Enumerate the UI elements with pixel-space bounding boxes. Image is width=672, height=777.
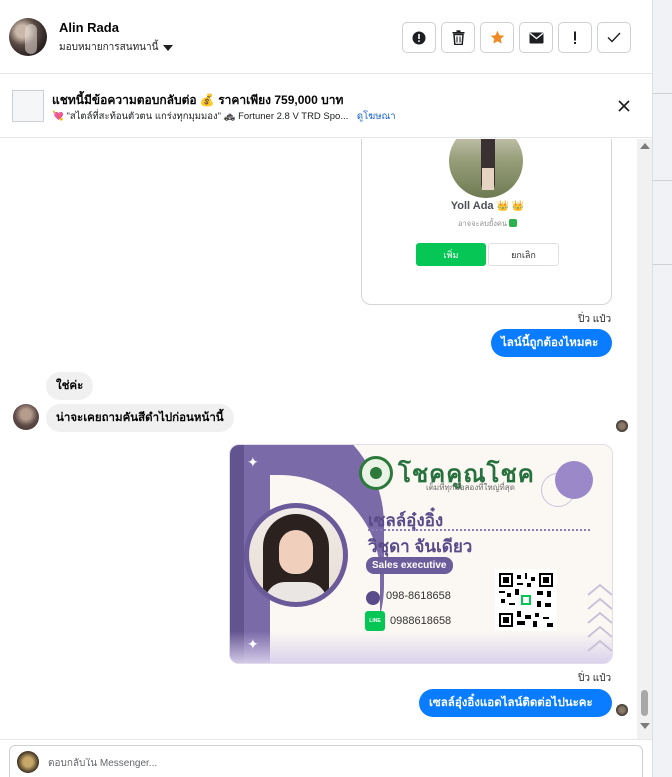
line-app-icon: LINE (365, 611, 385, 631)
banner-subtitle: 💘 "สไตล์ที่สะท้อนตัวตน แกร่งทุกมุมมอง" 🚓… (52, 109, 396, 124)
incoming-message[interactable]: ใช่ค่ะ (46, 372, 94, 400)
line-add-friend-screenshot[interactable]: Yoll Ada 👑 👑 อาจจะลบยั้งคน เพิ่ม ยกเลิก (361, 139, 612, 305)
brand-slogan: เต็มที่ทุกมือสองที่ใหญ่ที่สุด (426, 483, 515, 492)
contact-avatar-small (13, 404, 39, 430)
spam-button[interactable] (402, 22, 436, 53)
profile-photo (449, 139, 523, 198)
reply-input[interactable] (48, 758, 608, 769)
decor-circle (555, 461, 593, 499)
shirt-shape (265, 582, 327, 602)
message-thread[interactable]: Yoll Ada 👑 👑 อาจจะลบยั้งคน เพิ่ม ยกเลิก ป… (0, 139, 637, 739)
sparkle-icon: ✦ (247, 455, 259, 471)
star-button[interactable] (480, 22, 514, 53)
qr-code (495, 569, 557, 631)
assign-label: มอบหมายการสนทนานี้ (59, 42, 159, 53)
scroll-up-arrow-icon[interactable] (640, 143, 650, 149)
follow-up-button[interactable] (558, 22, 592, 53)
brand-seal-logo (359, 456, 393, 490)
contact-name[interactable]: Alin Rada (59, 20, 119, 35)
divider (653, 180, 672, 181)
verified-check-icon (509, 219, 518, 227)
person-legs (482, 168, 494, 190)
sparkle-icon: ✦ (247, 637, 259, 653)
header-actions (402, 22, 631, 53)
thread-scrollbar[interactable] (637, 139, 652, 739)
line-display-name: Yoll Ada 👑 👑 (362, 200, 611, 212)
sales-full-name: วิชุดา จันเดียว (368, 537, 473, 556)
line-add-button: เพิ่ม (416, 243, 486, 266)
scroll-down-arrow-icon[interactable] (640, 723, 650, 729)
display-name-text: Yoll Ada (450, 200, 494, 212)
outgoing-message[interactable]: ไลน์นี้ถูกต้องไหมคะ (491, 329, 612, 357)
face-shape (279, 530, 313, 574)
status-text: อาจจะลบยั้งคน (457, 219, 508, 228)
outgoing-message[interactable]: เซลล์อุ๋งอิ๋งแอดไลน์ติดต่อไปนะคะ (419, 689, 612, 717)
ad-text: 💘 "สไตล์ที่สะท้อนตัวตน แกร่งทุกมุมมอง" 🚓… (52, 111, 349, 122)
page-avatar (17, 751, 39, 773)
ad-thumbnail (12, 90, 44, 122)
divider (653, 93, 672, 94)
incoming-message[interactable]: น่าจะเคยถามคันสีดำไปก่อนหน้านี้ (46, 404, 234, 432)
contact-avatar[interactable] (9, 18, 47, 56)
banner-title: แชทนี้มีข้อความตอบกลับต่อ 💰 ราคาเพียง 75… (52, 93, 344, 107)
exclamation-icon (574, 31, 576, 44)
seen-avatar-icon (616, 704, 628, 716)
caret-down-icon (163, 44, 174, 51)
decor-chevrons (587, 583, 612, 652)
mark-unread-button[interactable] (519, 22, 553, 53)
seen-avatar-icon (616, 420, 628, 432)
line-cancel-button: ยกเลิก (488, 243, 559, 266)
line-id: 0988618658 (390, 615, 452, 627)
phone-number: 098-8618658 (386, 590, 451, 602)
checkmark-icon (607, 32, 621, 43)
sender-label: ปิ่ว แป๋ว (578, 673, 612, 684)
card-bottom-gradient (230, 631, 612, 663)
ad-context-banner: แชทนี้มีข้อความตอบกลับต่อ 💰 ราคาเพียง 75… (0, 74, 652, 138)
background-page-edge (652, 0, 672, 777)
reply-composer (0, 739, 652, 777)
star-icon (490, 30, 504, 44)
divider (653, 264, 672, 265)
line-status: อาจจะลบยั้งคน (362, 218, 611, 230)
dotted-divider (368, 529, 590, 531)
qr-code-graphic (499, 573, 553, 627)
sales-role-badge: Sales executive (366, 557, 453, 574)
trash-icon (452, 30, 464, 45)
assign-conversation-dropdown[interactable]: มอบหมายการสนทนานี้ (59, 40, 174, 55)
sender-label: ปิ่ว แป๋ว (578, 314, 612, 325)
sales-person-photo (249, 508, 343, 602)
mark-done-button[interactable] (597, 22, 631, 53)
messenger-conversation-panel: Alin Rada มอบหมายการสนทนานี้ แชทนี้มีข้อ… (0, 0, 672, 777)
close-banner-icon[interactable] (615, 97, 633, 115)
delete-button[interactable] (441, 22, 475, 53)
view-ad-link[interactable]: ดูโฆษณา (357, 111, 396, 122)
crown-icons: 👑 👑 (496, 201, 525, 212)
alert-circle-icon (412, 31, 426, 44)
envelope-icon (529, 32, 543, 43)
scroll-thumb[interactable] (641, 690, 648, 716)
sales-business-card-image[interactable]: ✦ ✦ โชคคูณโชค เต็มที่ทุกมือสองที่ใหญ่ที่… (229, 444, 613, 664)
phone-icon (366, 591, 380, 605)
conversation-header: Alin Rada มอบหมายการสนทนานี้ (0, 0, 652, 74)
